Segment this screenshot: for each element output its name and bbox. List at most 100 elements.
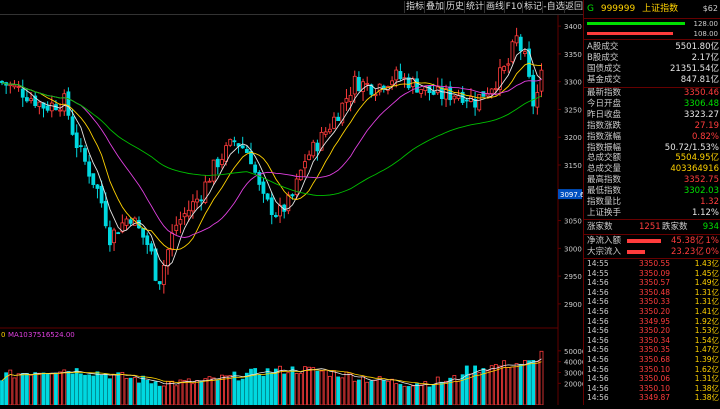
quote-row: 指数振幅 50.72/1.53% [587,143,719,153]
volume-bar [464,365,469,406]
right-tag: $62 [702,4,718,13]
volume-bar [215,380,220,406]
candle-body [49,102,54,112]
tick-row: 14:56 3350.33 1.31亿 [587,298,719,306]
candle-body [531,74,536,107]
quote-row: 最新指数 3350.46 [587,88,719,98]
volume-bar [514,363,519,406]
candle-body [464,99,469,102]
candle-body [265,193,270,200]
toolbar-overlay-button[interactable]: 叠加 [424,1,445,13]
volume-bar [398,384,403,406]
candle-body [141,227,146,238]
quote-row: 最高指数 3352.75 [587,175,719,185]
volume-axis-label: 40000 [564,359,583,367]
quote-row: 今日开盘 3306.48 [587,99,719,109]
toolbar-history-button[interactable]: 历史 [444,1,465,13]
candle-body [228,138,233,146]
quote-value: 3350.46 [683,88,719,98]
volume-bar [190,383,195,406]
volume-bar [485,370,490,406]
candle-body [510,41,515,63]
volume-bar [149,383,154,406]
volume-bar [145,380,150,406]
candle-body [298,169,303,181]
price-axis-label: 2900 [564,301,582,309]
volume-bar [477,372,482,406]
tick-time: 14:56 [587,307,609,316]
volume-bar [41,372,46,406]
volume-bar [178,379,183,406]
volume-bar [257,374,262,406]
volume-bar [402,385,407,406]
tick-price: 3350.06 [639,374,671,384]
volume-label-value: 37516524.00 [28,331,75,339]
candle-body [352,75,357,95]
volume-bar [290,366,295,406]
toolbar-f10-button[interactable]: F10 [504,1,523,13]
candle-body [58,109,62,112]
volume-axis-label: 50000 [564,348,583,356]
candle-body [514,35,519,44]
volume-bar [352,380,357,406]
toolbar-back-button[interactable]: 返回 [564,1,583,13]
tick-row: 14:56 3350.20 1.53亿 [587,327,719,335]
volume-bar [269,372,274,406]
flow-bar [627,239,661,243]
price-axis-label: 3000 [564,245,582,253]
tick-row: 14:56 3350.57 1.49亿 [587,279,719,287]
toolbar-indicator-button[interactable]: 指标 [404,1,425,13]
price-axis-label: 3400 [564,23,582,31]
kline-chart[interactable]: 3400335033003250320031503100305030002950… [0,15,586,406]
tick-time: 14:56 [587,297,609,307]
volume-bar [58,371,62,406]
tick-row: 14:56 3350.34 1.54亿 [587,336,719,345]
toolbar-stats-button[interactable]: 统计 [464,1,485,13]
candle-body [70,116,75,135]
candle-body [344,98,349,103]
quote-row: 昨日收盘 3323.27 [587,110,719,120]
volume-bar [456,380,461,406]
candle-body [224,145,229,162]
stats-row: B股成交 2.17亿 [587,53,719,63]
candle-body [269,197,274,215]
toolbar-watchlist-button[interactable]: -自选 [542,1,565,13]
candle-body [108,227,112,246]
kline-svg[interactable]: 3400335033003250320031503100305030002950… [0,15,586,406]
quote-sidebar: G 999999 上证指数 $62 128.00 108.00 A股成交 5501… [583,0,720,405]
candle-body [199,199,204,202]
candle-body [66,91,71,116]
stats-value: 21351.54亿 [669,64,719,74]
candle-body [83,148,87,162]
price-tag-text: 3097.6 [560,191,583,199]
volume-bar [365,381,370,406]
volume-bar [356,379,361,406]
candle-body [78,145,83,148]
candle-body [348,94,353,102]
volume-bar [195,380,199,406]
volume-bar [33,372,38,406]
ma5-line [1,48,542,267]
down-count-value: 934 [702,222,719,232]
tick-time: 14:56 [587,326,609,336]
stats-label: 国债成交 [587,64,622,74]
tick-amount: 1.62亿 [694,364,719,374]
candle-body [290,194,295,197]
quote-row: 指数量比 1.32 [587,197,719,207]
toolbar-draw-button[interactable]: 画线 [484,1,505,13]
candle-body [145,235,150,245]
candle-body [128,219,133,224]
candle-body [12,84,17,88]
volume-bar [203,378,208,406]
toolbar-mark-button[interactable]: 标记 [522,1,543,13]
flow-bar [627,249,645,254]
quote-label: 最新指数 [587,88,622,98]
candle-body [74,132,79,149]
candle-body [24,97,29,102]
volume-bar [29,374,33,406]
volume-bar [240,378,245,406]
candle-body [489,88,494,95]
volume-bar [369,380,374,406]
volume-bar [452,375,457,406]
volume-bar [137,382,141,406]
